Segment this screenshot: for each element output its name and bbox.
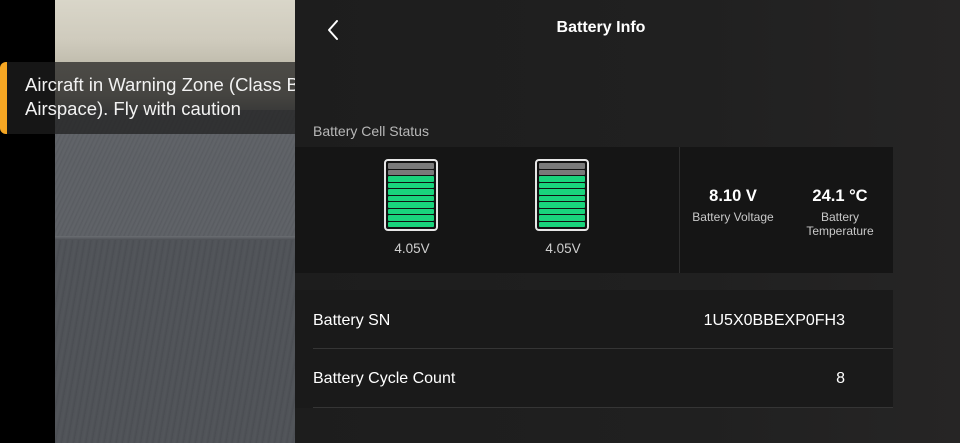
battery-segment (539, 169, 585, 175)
panel-header: Battery Info (295, 0, 960, 60)
row-divider (313, 407, 893, 408)
battery-cell-icon (535, 159, 589, 231)
battery-cycle-row: Battery Cycle Count 8 (313, 350, 893, 408)
battery-cycle-label: Battery Cycle Count (313, 370, 456, 387)
battery-segment (388, 215, 434, 221)
battery-segment (539, 215, 585, 221)
battery-segment (388, 189, 434, 195)
battery-voltage-label: Battery Voltage (692, 210, 774, 224)
battery-segment (388, 221, 434, 227)
battery-segment (388, 202, 434, 208)
battery-cell-2: 4.05V (535, 159, 591, 256)
battery-segment (539, 202, 585, 208)
row-divider (313, 348, 893, 349)
battery-sn-value: 1U5X0BBEXP0FH3 (703, 312, 845, 329)
battery-temperature-metric: 24.1 °C Battery Temperature (795, 187, 885, 238)
battery-segment (388, 163, 434, 169)
cell-voltage: 4.05V (394, 241, 430, 256)
cell-status-label: Battery Cell Status (313, 123, 429, 139)
cell-status-card: 4.05V 4.05V 8.10 V Battery Voltage 24.1 … (295, 147, 893, 273)
page-title: Battery Info (556, 19, 646, 36)
battery-segment (388, 169, 434, 175)
battery-temperature-label: Battery Temperature (806, 210, 874, 238)
battery-segment (539, 221, 585, 227)
battery-cell-1: 4.05V (384, 159, 440, 256)
warning-text-line1: Aircraft in Warning Zone (Class B (25, 74, 295, 95)
cell-voltage: 4.05V (545, 241, 581, 256)
divider (679, 147, 680, 273)
battery-segment (539, 208, 585, 214)
battery-segment (539, 176, 585, 182)
battery-voltage-value: 8.10 V (709, 187, 757, 205)
battery-details-card: Battery SN 1U5X0BBEXP0FH3 Battery Cycle … (295, 290, 893, 408)
battery-info-panel: Battery Info Battery Cell Status 4.05V 4… (295, 0, 960, 443)
battery-segment (539, 189, 585, 195)
battery-segment (539, 182, 585, 188)
battery-segment (388, 176, 434, 182)
battery-temperature-value: 24.1 °C (812, 187, 868, 205)
battery-segment (388, 208, 434, 214)
warning-text-line2: Airspace). Fly with caution (25, 98, 241, 119)
battery-segment (388, 195, 434, 201)
battery-cell-icon (384, 159, 438, 231)
airspace-warning-banner[interactable]: Aircraft in Warning Zone (Class B Airspa… (0, 62, 295, 134)
battery-cycle-value: 8 (836, 370, 845, 387)
battery-segment (539, 195, 585, 201)
battery-sn-label: Battery SN (313, 312, 391, 329)
battery-segment (388, 182, 434, 188)
battery-voltage-metric: 8.10 V Battery Voltage (685, 187, 781, 224)
battery-sn-row: Battery SN 1U5X0BBEXP0FH3 (313, 292, 893, 350)
battery-segment (539, 163, 585, 169)
